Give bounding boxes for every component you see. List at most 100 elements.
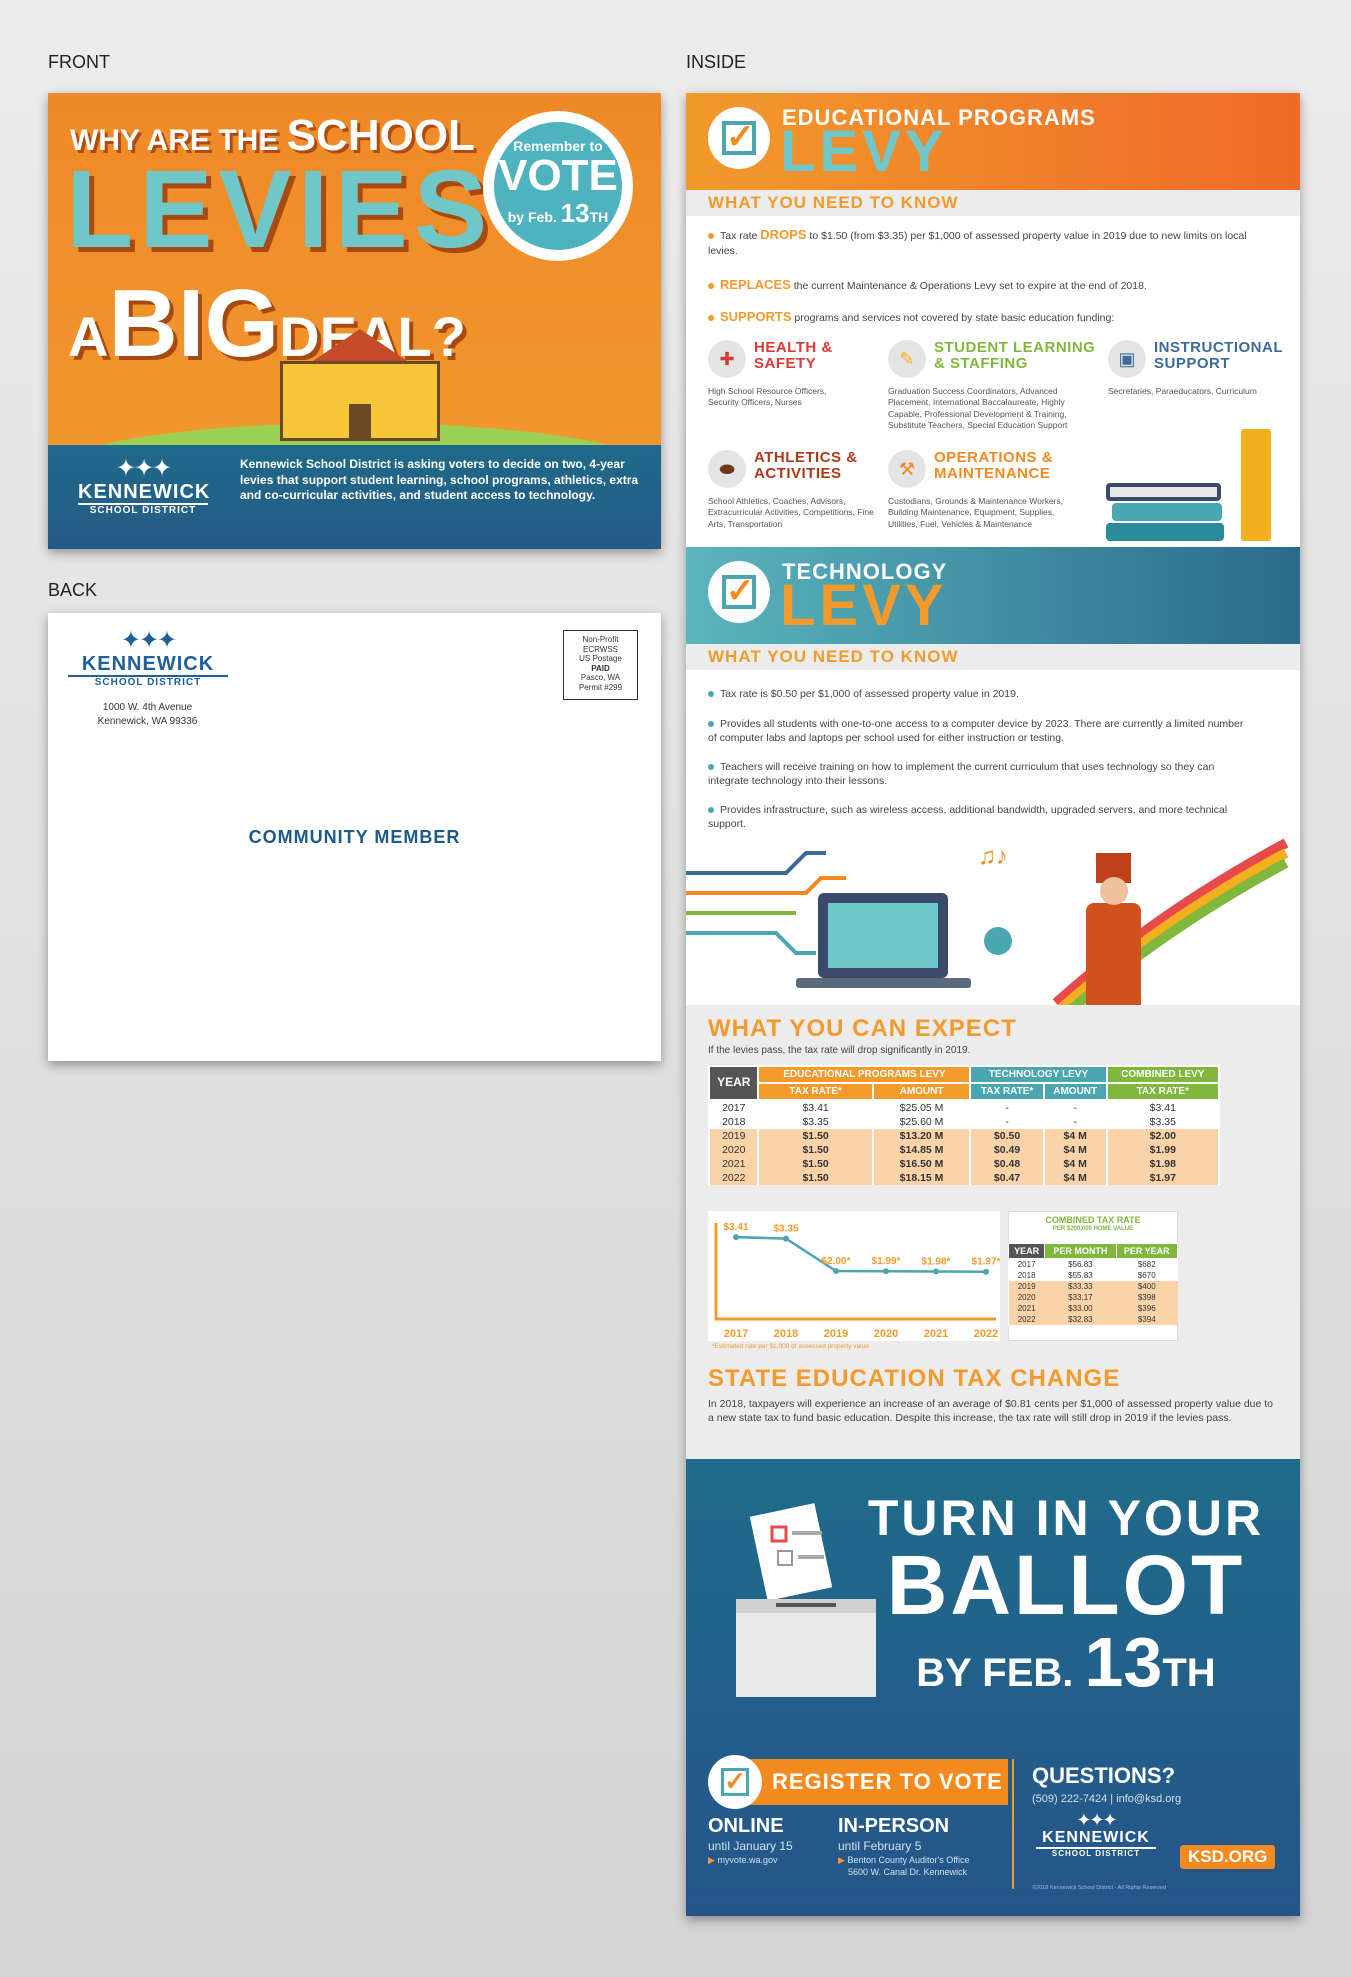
chart-point <box>833 1268 839 1274</box>
inside-logo: ✦✦✦ KENNEWICK SCHOOL DISTRICT <box>1036 1811 1156 1858</box>
combined-rate-cell: $55.83 <box>1068 1271 1093 1280</box>
program-title: HEALTH & SAFETY <box>754 339 833 372</box>
combined-rate-cell: $33.17 <box>1044 1292 1117 1303</box>
chart-x-tick: 2017 <box>724 1328 748 1340</box>
levy-table-cell: $4 M <box>1042 1129 1108 1143</box>
chart-point <box>783 1235 789 1242</box>
chart-point-label: $2.00* <box>822 1256 851 1267</box>
office-address: ▶ Benton County Auditor's Office 5600 W.… <box>838 1855 970 1877</box>
levy-table-cell: $4 M <box>1042 1143 1108 1157</box>
col-tech-rate: TAX RATE* <box>969 1082 1045 1101</box>
program-title: ATHLETICS & ACTIVITIES <box>754 449 858 482</box>
levy-table-cell: $1.50 <box>757 1157 874 1171</box>
chart-point-label: $1.97* <box>972 1257 1000 1268</box>
levy-table-cell: 2022 <box>707 1171 760 1185</box>
program-title: OPERATIONS & MAINTENANCE <box>934 449 1054 482</box>
combined-rate-cell: $670 <box>1137 1271 1156 1280</box>
chart-x-tick: 2019 <box>824 1328 848 1340</box>
tech-wyn: WHAT YOU NEED TO KNOW <box>686 644 1300 670</box>
tech-bullet: Tax rate is $0.50 per $1,000 of assessed… <box>708 687 1268 701</box>
levy-table-cell: $1.98 <box>1105 1157 1221 1171</box>
levy-table-cell: $1.50 <box>757 1171 874 1185</box>
chart-note: *Estimated rate per $1,000 of assessed p… <box>712 1343 869 1350</box>
ballot-th: TH <box>1162 1651 1216 1695</box>
inside-label: INSIDE <box>686 52 747 72</box>
combined-rate-cell: $32.83 <box>1044 1314 1117 1325</box>
chart-point-label: $1.98* <box>922 1256 951 1267</box>
tech-bullet-text: Provides infrastructure, such as wireles… <box>708 804 1228 831</box>
ballot-section: TURN IN YOUR BALLOT BY FEB. 13TH ✓ REGIS… <box>686 1459 1300 1916</box>
program-desc: Custodians, Grounds & Maintenance Worker… <box>888 496 1064 529</box>
postcard-front: WHY ARE THE SCHOOL LEVIES ABIGDEAL? Reme… <box>48 93 661 549</box>
levy-table-row: 2017 $3.41 $25.05 M - - $3.41 <box>707 1100 1221 1115</box>
front-label: FRONT <box>48 52 110 72</box>
combined-rate-cell: $56.83 <box>1068 1260 1093 1269</box>
ballot-day: 13 <box>1084 1623 1163 1701</box>
levy-table-cell: - <box>969 1115 1045 1129</box>
indicia-line: PAID <box>591 663 610 673</box>
levy-table-cell: $3.41 <box>1105 1100 1221 1115</box>
levy-table-cell: $14.85 M <box>871 1143 972 1157</box>
levy-table-cell: $3.35 <box>1105 1115 1221 1129</box>
levy-table-row: 2019 $1.50 $13.20 M $0.50 $4 M $2.00 <box>707 1129 1221 1143</box>
ed-b3-key: SUPPORTS <box>720 309 792 324</box>
levy-table-row: 2022 $1.50 $18.15 M $0.47 $4 M $1.97 <box>707 1171 1221 1185</box>
chart-point <box>983 1268 989 1275</box>
levy-table-cell: $25.60 M <box>871 1115 972 1129</box>
program-title: STUDENT LEARNING & STAFFING <box>934 339 1096 372</box>
tax-rate-chart: $3.41 2017 $3.35 2018 $2.00* 2019 $1.99* 2020 $1… <box>708 1211 1000 1341</box>
online-link[interactable]: ▶ myvote.wa.gov <box>708 1855 777 1866</box>
levy-table-cell: $1.50 <box>757 1129 874 1143</box>
site-badge[interactable]: KSD.ORG <box>1180 1845 1276 1869</box>
combined-rate-row: 2018 $55.83 $670 <box>1009 1270 1178 1281</box>
combined-rate-row: 2019 $33.33 $400 <box>1008 1281 1178 1292</box>
online-link-text[interactable]: myvote.wa.gov <box>717 1855 777 1865</box>
combined-rate-cell: 2020 <box>1008 1292 1045 1303</box>
combined-rate-cell: $682 <box>1137 1260 1156 1269</box>
headline-levies: LEVIES <box>66 148 494 271</box>
checkbox-icon: ✓ <box>708 561 770 623</box>
levy-table-cell: - <box>1042 1115 1108 1129</box>
inperson-heading: IN-PERSON <box>838 1815 950 1837</box>
indicia-line: Pasco, WA <box>580 673 621 683</box>
levy-table-cell: 2018 <box>707 1115 760 1129</box>
levy-table-cell: $1.97 <box>1105 1171 1221 1185</box>
col-comb-rate: TAX RATE* <box>1105 1082 1221 1101</box>
logo-name: KENNEWICK <box>78 481 211 505</box>
combined-rate-cell: 2022 <box>1008 1314 1045 1325</box>
levy-table-cell: $0.50 <box>969 1129 1045 1143</box>
small-col-year: YEAR <box>1007 1243 1046 1259</box>
wrench-icon: ⚒ <box>888 450 926 488</box>
state-title: STATE EDUCATION TAX CHANGE <box>708 1365 1121 1392</box>
combined-rate-cell: 2021 <box>1008 1303 1045 1314</box>
front-description: Kennewick School District is asking vote… <box>240 457 639 503</box>
register-label: REGISTER TO VOTE <box>772 1769 1003 1794</box>
levy-table-cell: $2.00 <box>1105 1129 1221 1143</box>
combined-rate-cell: $394 <box>1116 1314 1178 1325</box>
online-heading: ONLINE <box>708 1815 784 1837</box>
indicia-line: Permit #299 <box>578 682 623 692</box>
postcard-back: ✦✦✦ KENNEWICK SCHOOL DISTRICT 1000 W. 4t… <box>48 613 661 1061</box>
office-line2: 5600 W. Canal Dr. Kennewick <box>848 1866 968 1877</box>
tech-levy-header: ✓ TECHNOLOGY LEVY <box>686 547 1300 644</box>
seal-by: by Feb. <box>507 209 557 225</box>
ed-b2-post: the current Maintenance & Operations Lev… <box>790 280 1147 292</box>
levy-table-cell: $0.49 <box>969 1143 1045 1157</box>
return-address: 1000 W. 4th Avenue Kennewick, WA 99336 <box>85 701 210 729</box>
levy-table-cell: $13.20 M <box>871 1129 972 1143</box>
pencil-icon: ✎ <box>888 340 926 378</box>
col-year: YEAR <box>707 1065 760 1101</box>
chart-background <box>708 1211 1000 1341</box>
col-comb: COMBINED LEVY <box>1105 1065 1221 1084</box>
checkbox-icon: ✓ <box>708 107 770 169</box>
small-table-sub: PER $200,000 HOME VALUE <box>1052 1226 1134 1232</box>
back-logo: ✦✦✦ KENNEWICK SCHOOL DISTRICT <box>68 629 228 688</box>
indicia-line: US Postage <box>579 654 622 664</box>
program-title: INSTRUCTIONAL SUPPORT <box>1154 339 1283 372</box>
levy-table-cell: $25.05 M <box>871 1100 972 1115</box>
col-ed-amount: AMOUNT <box>871 1082 972 1101</box>
contact-info[interactable]: (509) 222-7424 | info@ksd.org <box>1032 1793 1181 1805</box>
program-desc: Secretaries, Paraeducators, Curriculum <box>1108 386 1257 396</box>
back-logo-sub: SCHOOL DISTRICT <box>94 677 202 688</box>
tech-bullet-text: Provides all students with one-to-one ac… <box>708 718 1244 745</box>
